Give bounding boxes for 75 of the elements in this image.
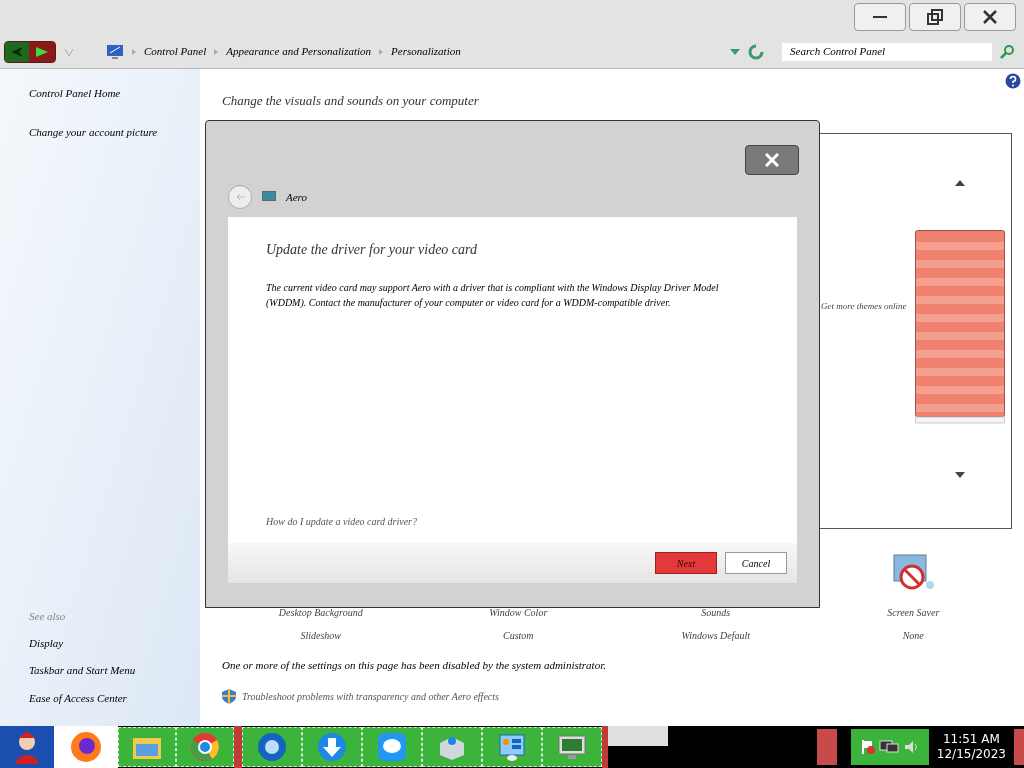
- search-icon[interactable]: [1000, 44, 1014, 59]
- shield-icon: [222, 689, 236, 704]
- setting-value: Custom: [502, 628, 534, 643]
- dialog-message: The current video card may support Aero with a driver that is compliant with the Windows Display Driver Model (WDDM). Contact the manufacturer of your computer or video card for a WDDM-compatible driver.: [266, 281, 720, 310]
- close-button[interactable]: [964, 3, 1016, 31]
- dialog-button[interactable]: Cancel: [725, 552, 787, 574]
- taskbar-separator: [234, 726, 242, 768]
- browser-icon: [190, 732, 220, 762]
- sidebar-link[interactable]: Taskbar and Start Menu: [29, 662, 200, 679]
- setting-title[interactable]: Desktop Background: [278, 604, 363, 620]
- notice-text: One or more of the settings on this page has been disabled by the system administrator.: [222, 657, 607, 673]
- monitor-icon: [106, 43, 124, 60]
- sidebar-link[interactable]: Control Panel Home: [29, 85, 200, 102]
- taskbar-button[interactable]: [362, 727, 422, 767]
- taskbar-button[interactable]: [482, 727, 542, 767]
- network-icon[interactable]: [878, 739, 899, 755]
- dialog-title: Aero: [286, 189, 307, 205]
- start-button[interactable]: [0, 726, 54, 768]
- breadcrumb[interactable]: Control Panel: [144, 43, 207, 60]
- taskbar-button[interactable]: [176, 727, 234, 767]
- setting-value: Slideshow: [300, 628, 342, 643]
- breadcrumb[interactable]: Personalization: [391, 43, 461, 60]
- download-icon: [317, 732, 347, 762]
- clock-date[interactable]: 12/15/2023: [936, 747, 1006, 762]
- control-panel-icon: [497, 732, 527, 762]
- monitor-icon: [557, 733, 587, 761]
- close-icon: [983, 10, 997, 24]
- link[interactable]: Get more themes online: [821, 299, 907, 313]
- sidebar-link[interactable]: Change your account picture: [29, 123, 200, 140]
- help-link[interactable]: How do I update a video card driver?: [266, 514, 759, 529]
- close-button[interactable]: [745, 145, 799, 175]
- chat-icon: [377, 732, 407, 762]
- help-icon[interactable]: [1005, 73, 1021, 89]
- circle-app-icon: [257, 732, 287, 762]
- taskbar-button[interactable]: [542, 727, 602, 767]
- flag-icon[interactable]: [860, 739, 875, 755]
- browser-icon[interactable]: [70, 731, 102, 763]
- dialog-button[interactable]: Next: [655, 552, 717, 574]
- page-heading: Change the visuals and sounds on your computer: [222, 92, 480, 110]
- section-title: See also: [29, 609, 67, 624]
- back-arrow-icon: [235, 193, 245, 201]
- chevron-icon: [132, 48, 136, 55]
- troubleshoot-link[interactable]: Troubleshoot problems with transparency and other Aero effects: [242, 689, 499, 704]
- chevron-icon: [214, 48, 219, 55]
- search-field[interactable]: Search Control Panel: [782, 42, 992, 61]
- forward-arrow-icon: [36, 46, 48, 57]
- show-hidden-button[interactable]: [816, 729, 837, 765]
- taskbar-thumbnail[interactable]: [608, 726, 668, 746]
- chevron-icon: [379, 48, 384, 55]
- back-arrow-icon: [11, 46, 23, 57]
- taskbar-separator: [602, 726, 608, 768]
- taskbar-button[interactable]: [302, 727, 362, 767]
- setting-value: Windows Default: [681, 628, 751, 643]
- refresh-icon[interactable]: [748, 43, 764, 60]
- setting-title[interactable]: Window Color: [489, 604, 548, 620]
- setting-title[interactable]: Sounds: [701, 604, 731, 620]
- taskbar-button[interactable]: [242, 727, 302, 767]
- taskbar-button[interactable]: [422, 727, 482, 767]
- clock-time[interactable]: 11:51 AM: [942, 732, 1000, 747]
- scroll-up-icon[interactable]: [955, 179, 965, 186]
- setting-title[interactable]: Screen Saver: [887, 604, 940, 620]
- sidebar-link[interactable]: Display: [29, 634, 200, 651]
- dropdown-caret-icon[interactable]: [730, 48, 740, 55]
- breadcrumb[interactable]: Appearance and Personalization: [226, 43, 372, 60]
- restore-button[interactable]: [909, 3, 961, 31]
- monitor-icon: [262, 191, 276, 203]
- minimize-icon: [873, 15, 887, 19]
- sidebar-link[interactable]: Ease of Access Center: [29, 689, 200, 706]
- forward-button[interactable]: [29, 41, 55, 62]
- scroll-down-icon[interactable]: [955, 471, 965, 478]
- dialog-heading: Update the driver for your video card: [266, 241, 478, 259]
- setting-value: None: [902, 628, 924, 643]
- close-icon: [765, 153, 779, 167]
- restore-icon: [927, 9, 943, 25]
- theme-swatch[interactable]: [915, 229, 1005, 424]
